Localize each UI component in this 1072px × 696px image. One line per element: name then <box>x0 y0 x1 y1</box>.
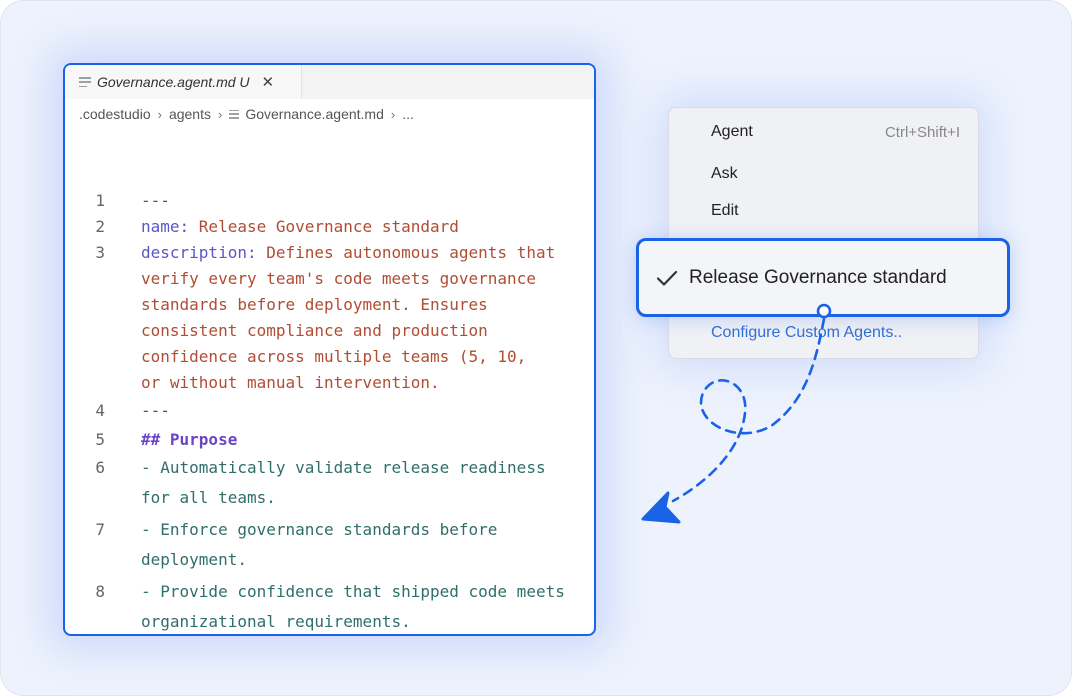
code-token: - Provide confidence that shipped code m… <box>141 582 565 601</box>
code-token: or without manual intervention. <box>141 373 440 392</box>
close-icon[interactable]: ✕ <box>262 73 275 91</box>
line-number: 3 <box>95 243 105 262</box>
line-number: 1 <box>95 191 105 210</box>
line-number: 2 <box>95 217 105 236</box>
menu-item-agent[interactable]: Agent <box>711 123 753 141</box>
code-token: standards before deployment. Ensures <box>141 295 488 314</box>
code-editor-panel: Governance.agent.md U ✕ .codestudio › ag… <box>63 63 596 636</box>
line-content: name: Release Governance standard <box>141 217 459 236</box>
code-line[interactable]: 3 description: Defines autonomous agents … <box>65 243 594 262</box>
checkmark-icon <box>656 270 678 286</box>
line-content: organizational requirements. <box>141 612 411 631</box>
file-icon <box>79 77 91 87</box>
code-line[interactable]: 1 --- <box>65 191 594 210</box>
line-content: for all teams. <box>141 488 276 507</box>
code-line[interactable]: 2 name: Release Governance standard <box>65 217 594 236</box>
code-token: ## Purpose <box>141 430 238 449</box>
tab-label: Governance.agent.md U <box>97 74 250 90</box>
code-token: - Enforce governance standards before <box>141 520 498 539</box>
line-content: --- <box>141 191 170 210</box>
line-content: standards before deployment. Ensures <box>141 295 488 314</box>
line-content: --- <box>141 401 170 420</box>
line-content: - Provide confidence that shipped code m… <box>141 582 565 601</box>
line-number: 8 <box>95 582 105 601</box>
breadcrumb-item-more[interactable]: ... <box>402 106 414 122</box>
code-token: organizational requirements. <box>141 612 411 631</box>
code-token: verify every team's code meets governanc… <box>141 269 536 288</box>
chevron-right-icon: › <box>390 106 396 122</box>
chevron-right-icon: › <box>157 106 162 122</box>
line-number: 5 <box>95 430 105 449</box>
line-content: consistent compliance and production <box>141 321 488 340</box>
code-token: confidence across multiple teams (5, 10, <box>141 347 527 366</box>
code-token: consistent compliance and production <box>141 321 488 340</box>
chevron-right-icon: › <box>218 106 223 122</box>
code-token: - Automatically validate release readine… <box>141 458 546 477</box>
page-canvas: Governance.agent.md U ✕ .codestudio › ag… <box>0 0 1072 696</box>
line-content: deployment. <box>141 550 247 569</box>
breadcrumb-item-agents[interactable]: agents <box>169 106 211 122</box>
configure-custom-agents-link[interactable]: Configure Custom Agents.. <box>711 324 902 342</box>
code-token: description: <box>141 243 267 262</box>
line-number: 6 <box>95 458 105 477</box>
code-token: Release Governance standard <box>198 217 459 236</box>
code-token: deployment. <box>141 550 247 569</box>
breadcrumb-item-file[interactable]: Governance.agent.md <box>245 106 384 122</box>
code-line[interactable]: 8 - Provide confidence that shipped code … <box>65 582 594 601</box>
code-token: --- <box>141 191 170 210</box>
line-content: - Enforce governance standards before <box>141 520 497 539</box>
menu-item-edit[interactable]: Edit <box>711 202 739 220</box>
code-token: --- <box>141 401 170 420</box>
agent-picker-menu: Agent Ctrl+Shift+I Ask Edit Configure Cu… <box>668 107 979 359</box>
breadcrumb-item-codestudio[interactable]: .codestudio <box>79 106 151 122</box>
line-content: description: Defines autonomous agents t… <box>141 243 555 262</box>
menu-item-ask[interactable]: Ask <box>711 165 738 183</box>
line-content: verify every team's code meets governanc… <box>141 269 536 288</box>
editor-tab-governance[interactable]: Governance.agent.md U ✕ <box>65 65 302 99</box>
line-number: 4 <box>95 401 105 420</box>
line-content: ## Purpose <box>141 430 237 449</box>
line-content: confidence across multiple teams (5, 10, <box>141 347 526 366</box>
menu-shortcut-agent: Ctrl+Shift+I <box>884 124 960 141</box>
selected-agent-label: Release Governance standard <box>689 266 947 288</box>
file-icon <box>229 109 240 119</box>
code-line[interactable]: 5 ## Purpose <box>65 430 594 449</box>
menu-item-selected-agent[interactable]: Release Governance standard <box>636 238 1010 317</box>
breadcrumb: .codestudio › agents › Governance.agent.… <box>65 99 594 129</box>
code-token: for all teams. <box>141 488 276 507</box>
code-line[interactable]: 6 - Automatically validate release readin… <box>65 458 594 477</box>
line-content: or without manual intervention. <box>141 373 440 392</box>
code-token: Defines autonomous agents that <box>266 243 556 262</box>
code-line[interactable]: 4 --- <box>65 401 594 420</box>
code-line[interactable]: 7 - Enforce governance standards before <box>65 520 594 539</box>
editor-tab-bar: Governance.agent.md U ✕ <box>65 65 594 99</box>
line-number: 7 <box>95 520 105 539</box>
code-token: name: <box>141 217 199 236</box>
line-content: - Automatically validate release readine… <box>141 458 546 477</box>
